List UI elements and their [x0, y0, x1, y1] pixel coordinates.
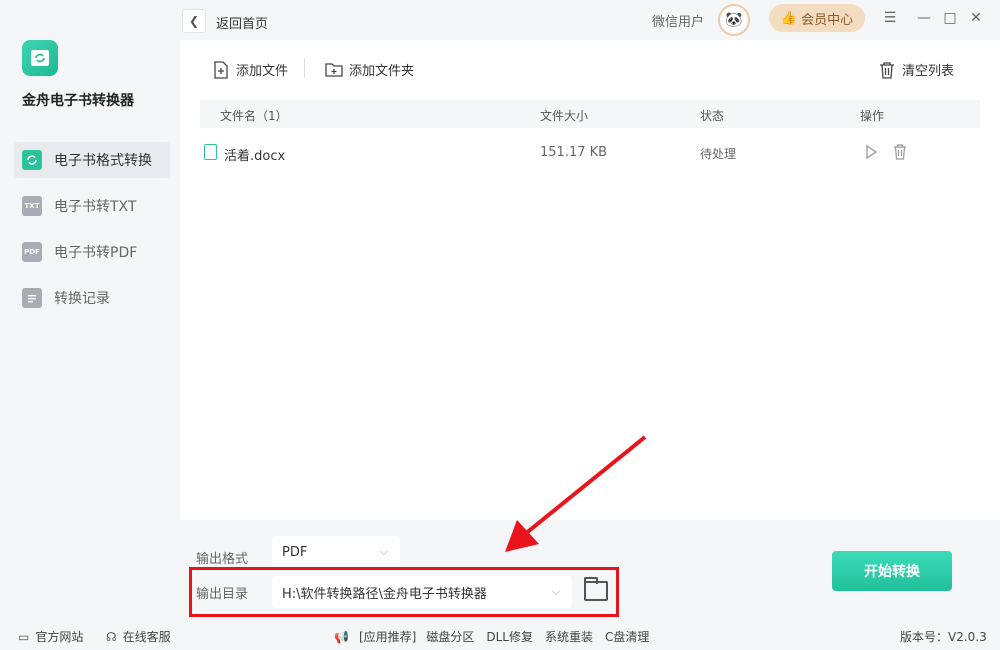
- thumb-up-icon: 👍: [780, 10, 798, 26]
- col-name: 文件名（1）: [220, 109, 288, 123]
- play-icon[interactable]: [863, 144, 879, 160]
- sidebar-item-label: 电子书格式转换: [54, 153, 152, 169]
- recommend-bar: 📢 [应用推荐] 磁盘分区 DLL修复 系统重装 C盘清理: [334, 628, 649, 645]
- support-link[interactable]: ☊ 在线客服: [106, 628, 171, 645]
- vip-center-button[interactable]: 👍 会员中心: [769, 4, 865, 32]
- delete-icon[interactable]: [892, 144, 908, 160]
- clear-list-button[interactable]: 清空列表: [878, 60, 954, 79]
- minimize-icon[interactable]: —: [914, 10, 934, 26]
- output-format-value: PDF: [282, 544, 308, 560]
- highlight-box: [189, 567, 619, 617]
- disk-partition-link[interactable]: 磁盘分区: [426, 628, 474, 645]
- clear-list-label: 清空列表: [902, 64, 955, 79]
- toolbar-divider: [304, 58, 305, 78]
- sidebar-item-label: 转换记录: [54, 291, 110, 307]
- add-folder-label: 添加文件夹: [349, 64, 415, 79]
- dll-repair-link[interactable]: DLL修复: [486, 628, 533, 645]
- refresh-icon: [22, 150, 42, 170]
- col-size: 文件大小: [540, 109, 589, 123]
- output-format-label: 输出格式: [196, 552, 249, 567]
- add-folder-button[interactable]: 添加文件夹: [325, 60, 414, 79]
- back-button[interactable]: ❮: [182, 9, 206, 33]
- add-file-icon: [212, 60, 230, 79]
- panda-avatar-icon: 🐼: [725, 12, 743, 28]
- file-status: 待处理: [700, 147, 737, 161]
- sidebar-item-history[interactable]: 转换记录: [14, 280, 170, 316]
- sidebar-item-to-txt[interactable]: TXT 电子书转TXT: [14, 188, 170, 224]
- txt-icon: TXT: [22, 196, 42, 216]
- headset-icon: ☊: [106, 629, 117, 644]
- book-icon: [31, 50, 49, 66]
- output-format-select[interactable]: PDF ⌵: [272, 536, 400, 568]
- sidebar-item-to-pdf[interactable]: PDF 电子书转PDF: [14, 234, 170, 270]
- add-file-button[interactable]: 添加文件: [212, 60, 288, 79]
- trash-icon: [878, 61, 896, 79]
- recommend-link[interactable]: [应用推荐]: [359, 628, 416, 645]
- menu-icon[interactable]: ☰: [880, 10, 900, 26]
- sidebar-nav: 电子书格式转换 TXT 电子书转TXT PDF 电子书转PDF 转换记录: [14, 142, 170, 326]
- monitor-icon: ▭: [18, 629, 30, 644]
- back-label[interactable]: 返回首页: [216, 13, 268, 32]
- title-bar: ❮ 返回首页 微信用户 🐼 👍 会员中心 ☰ — □ ✕: [180, 0, 1000, 40]
- start-convert-button[interactable]: 开始转换: [832, 551, 952, 591]
- maximize-icon[interactable]: □: [940, 10, 960, 26]
- table-row[interactable]: 活着.docx 151.17 KB 待处理: [200, 136, 980, 170]
- chevron-left-icon: ❮: [188, 14, 200, 28]
- col-actions: 操作: [860, 109, 885, 123]
- file-list-panel: 添加文件 添加文件夹 清空列表 文件名（1） 文件大小 状态 操作 活着.doc…: [180, 40, 1000, 520]
- sidebar-item-label: 电子书转PDF: [54, 245, 138, 261]
- sidebar-item-format-convert[interactable]: 电子书格式转换: [14, 142, 170, 178]
- add-folder-icon: [325, 61, 343, 79]
- status-bar: ▭ 官方网站 ☊ 在线客服 📢 [应用推荐] 磁盘分区 DLL修复 系统重装 C…: [0, 620, 1000, 650]
- version-label: 版本号：V2.0.3: [900, 630, 987, 644]
- user-name[interactable]: 微信用户: [652, 11, 704, 30]
- website-label: 官方网站: [35, 630, 84, 644]
- website-link[interactable]: ▭ 官方网站: [18, 628, 83, 645]
- pdf-icon: PDF: [22, 242, 42, 262]
- app-name: 金舟电子书转换器: [22, 93, 134, 109]
- vip-label: 会员中心: [801, 12, 854, 28]
- system-reinstall-link[interactable]: 系统重装: [545, 628, 593, 645]
- add-file-label: 添加文件: [236, 64, 289, 79]
- col-status: 状态: [700, 109, 725, 123]
- file-name: 活着.docx: [224, 149, 286, 164]
- c-drive-clean-link[interactable]: C盘清理: [605, 628, 649, 645]
- list-icon: [22, 288, 42, 308]
- chevron-down-icon: ⌵: [379, 545, 388, 558]
- table-header: 文件名（1） 文件大小 状态 操作: [200, 100, 980, 128]
- sidebar: 金舟电子书转换器 电子书格式转换 TXT 电子书转TXT PDF 电子书转PDF…: [0, 0, 180, 620]
- avatar[interactable]: 🐼: [718, 4, 750, 36]
- app-logo: [22, 40, 58, 76]
- output-config: 输出格式 PDF ⌵ 输出目录 H:\软件转换路径\金舟电子书转换器 ⌵ 开始转…: [180, 520, 1000, 620]
- support-label: 在线客服: [122, 630, 171, 644]
- sidebar-item-label: 电子书转TXT: [54, 199, 137, 215]
- file-size: 151.17 KB: [540, 145, 608, 160]
- megaphone-icon: 📢: [334, 629, 349, 644]
- document-icon: [204, 144, 217, 160]
- close-icon[interactable]: ✕: [966, 10, 986, 26]
